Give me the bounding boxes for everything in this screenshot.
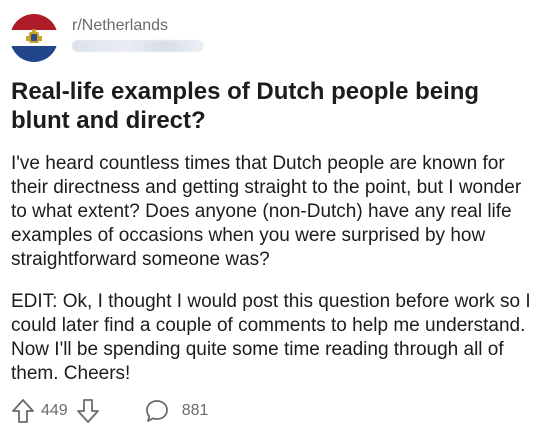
post-header: r/Netherlands [10,14,204,62]
post-meta: r/Netherlands [72,14,204,52]
netherlands-flag-avatar-icon [10,14,58,62]
blurred-username [72,40,204,52]
comment-count: 881 [181,402,209,419]
subreddit-name[interactable]: r/Netherlands [72,16,204,36]
downvote-arrow-icon[interactable] [76,398,100,424]
reddit-post: r/Netherlands Real-life examples of Dutc… [0,0,543,439]
post-title[interactable]: Real-life examples of Dutch people being… [11,77,526,135]
vote-group: 449 [11,398,100,424]
subreddit-avatar[interactable] [10,14,58,62]
upvote-arrow-icon[interactable] [11,398,35,424]
comment-bubble-icon [144,398,170,424]
post-body-edit-paragraph: EDIT: Ok, I thought I would post this qu… [11,291,531,384]
comments-button[interactable]: 881 [144,398,209,424]
post-actions-bar: 449 881 [11,397,208,425]
post-body-paragraph: I've heard countless times that Dutch pe… [11,153,522,270]
vote-count: 449 [41,402,68,419]
